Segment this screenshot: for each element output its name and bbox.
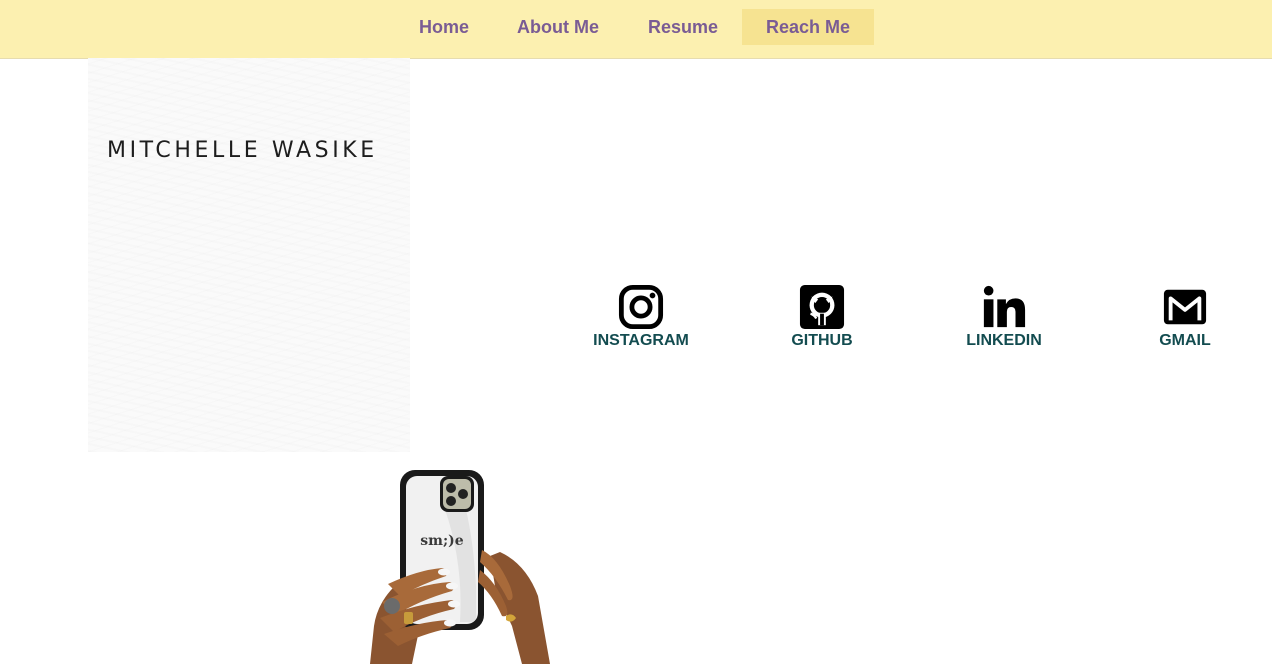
phone-case-text: sm;)e [420,533,463,549]
brand-logo: MITCHELLE WASIKE [107,138,378,163]
social-link-instagram[interactable]: INSTAGRAM [571,284,711,350]
nav-link-reach-me[interactable]: Reach Me [742,9,874,45]
social-label-instagram: INSTAGRAM [593,332,689,349]
nav-link-home[interactable]: Home [394,9,494,45]
top-navbar: Home About Me Resume Reach Me [0,0,1272,59]
instagram-icon [618,284,664,330]
nav-link-resume[interactable]: Resume [624,9,742,45]
gmail-icon [1163,289,1207,325]
social-link-github[interactable]: GITHUB [752,284,892,350]
linkedin-icon [983,285,1026,328]
social-label-linkedin: LINKEDIN [966,332,1042,349]
nav-link-about-me[interactable]: About Me [494,9,622,45]
logo-panel [88,58,410,452]
hands-holding-phone-illustration: sm;)e [370,470,550,664]
social-label-github: GITHUB [791,332,853,349]
social-link-gmail[interactable]: GMAIL [1115,284,1255,350]
social-label-gmail: GMAIL [1159,332,1211,349]
github-icon [799,284,845,330]
social-link-linkedin[interactable]: LINKEDIN [934,284,1074,350]
